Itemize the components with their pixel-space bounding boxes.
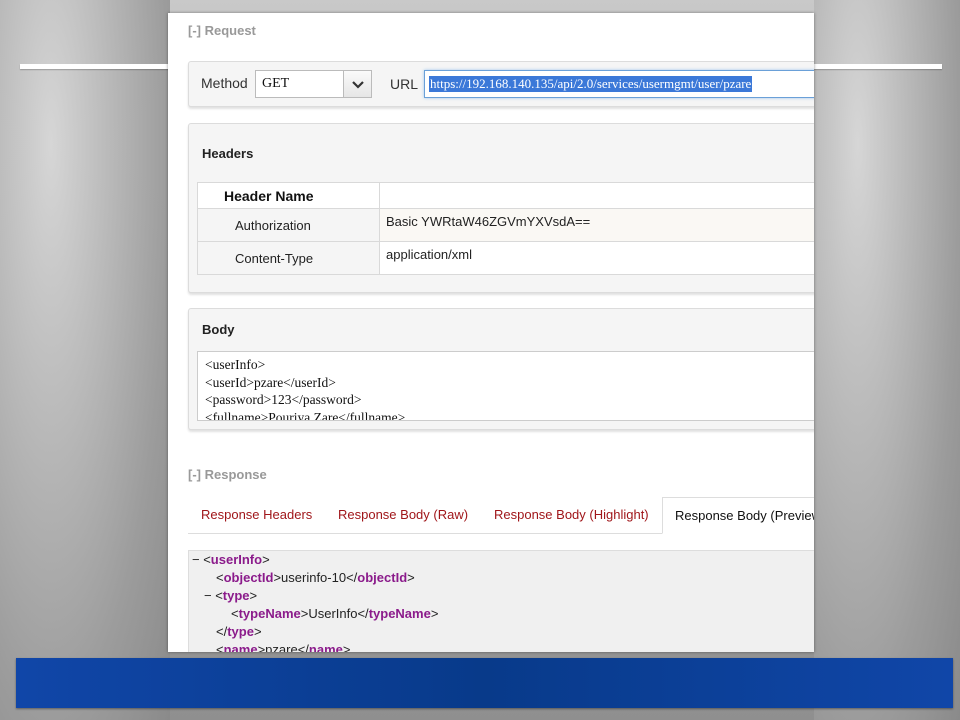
response-section-toggle[interactable]: [-] Response [188, 467, 267, 482]
xml-tag: typeName [238, 606, 301, 621]
xml-tag: typeName [368, 606, 431, 621]
xml-text: userinfo-10 [281, 570, 347, 585]
tab-response-body-highlight[interactable]: Response Body (Highlight) [494, 497, 649, 533]
headers-panel: Headers Header Name Authorization Basic … [188, 123, 814, 293]
tab-response-body-preview[interactable]: Response Body (Preview) [662, 497, 814, 534]
slide-background-left [0, 0, 170, 720]
rest-client-screenshot: [-] Request Method GET URL https://192.1… [168, 13, 814, 652]
xml-line: − <type> [204, 588, 258, 603]
body-line: <fullname>Pouriya Zare</fullname> [205, 409, 406, 421]
headers-table: Header Name Authorization Basic YWRtaW46… [197, 182, 814, 275]
header-name-cell[interactable]: Content-Type [197, 241, 380, 275]
header-name-column: Header Name [197, 182, 380, 209]
tab-response-headers[interactable]: Response Headers [201, 497, 312, 533]
body-line: <password>123</password> [205, 392, 362, 407]
url-input[interactable]: https://192.168.140.135/api/2.0/services… [424, 70, 814, 98]
collapse-toggle[interactable]: − < [192, 552, 211, 567]
body-line: <userId>pzare</userId> [205, 374, 336, 390]
xml-tag: type [227, 624, 254, 639]
chevron-down-icon[interactable] [343, 71, 371, 97]
url-selected-text: https://192.168.140.135/api/2.0/services… [429, 76, 753, 92]
xml-line: <objectId>userinfo-10</objectId> [216, 570, 415, 585]
xml-line: <typeName>UserInfo</typeName> [231, 606, 439, 621]
xml-line: <name>pzare</name> [189, 641, 814, 652]
xml-tag: userInfo [210, 552, 263, 567]
table-row: Content-Type application/xml [197, 241, 814, 275]
xml-tag: name [308, 642, 343, 652]
xml-text: pzare [265, 642, 298, 652]
header-value-cell[interactable]: application/xml [379, 241, 814, 275]
headers-title: Headers [202, 146, 254, 161]
xml-text: UserInfo [308, 606, 358, 621]
method-value: GET [262, 76, 290, 91]
slide-background-right [814, 0, 960, 720]
header-name-cell[interactable]: Authorization [197, 208, 380, 242]
response-tabs: Response Headers Response Body (Raw) Res… [188, 497, 814, 534]
xml-line: </type> [216, 624, 262, 639]
request-section-toggle[interactable]: [-] Request [188, 23, 256, 38]
xml-line: − <userInfo> [192, 552, 270, 567]
tab-response-body-raw[interactable]: Response Body (Raw) [338, 497, 468, 533]
collapse-toggle[interactable]: − < [204, 588, 223, 603]
slide-divider-right [814, 64, 942, 69]
slide-footer-bar [16, 658, 953, 708]
body-textarea[interactable]: <userInfo> <userId>pzare</userId> <passw… [197, 351, 814, 421]
url-label: URL [390, 76, 419, 92]
xml-tag: objectId [357, 570, 408, 585]
body-title: Body [202, 322, 235, 337]
header-value-cell[interactable]: Basic YWRtaW46ZGVmYXVsdA== [379, 208, 814, 242]
request-line-panel: Method GET URL https://192.168.140.135/a… [188, 61, 814, 107]
xml-tag: objectId [223, 570, 274, 585]
slide-divider-left [20, 64, 170, 69]
xml-tag: name [223, 642, 258, 652]
header-value-column [379, 182, 814, 209]
body-panel: Body <userInfo> <userId>pzare</userId> <… [188, 308, 814, 430]
body-line: <userInfo> [205, 357, 266, 372]
table-row: Authorization Basic YWRtaW46ZGVmYXVsdA== [197, 208, 814, 242]
response-preview: − <userInfo> <objectId>userinfo-10</obje… [188, 550, 814, 652]
method-select[interactable]: GET [255, 70, 372, 98]
xml-tag: type [222, 588, 250, 603]
method-label: Method [201, 75, 248, 91]
